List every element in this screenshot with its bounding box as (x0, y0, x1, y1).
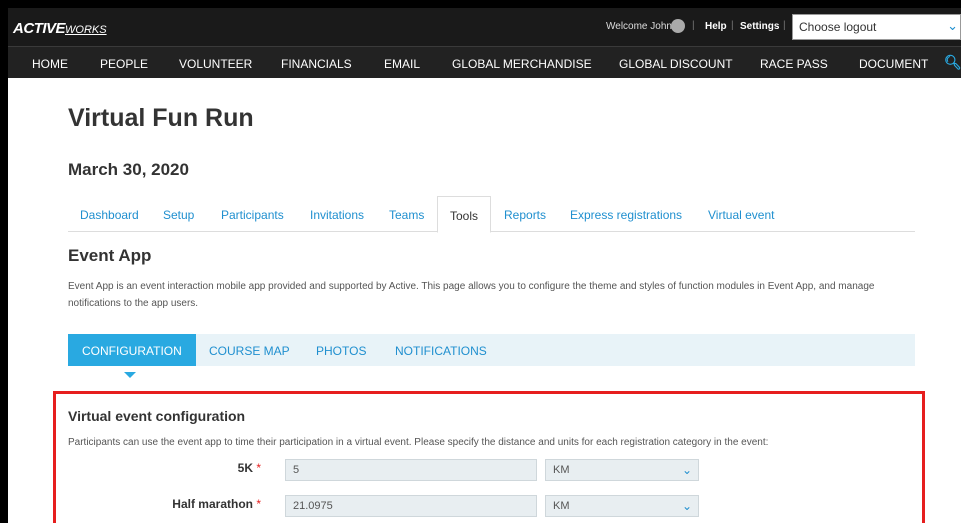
search-icon[interactable]: 🔍︎ (944, 54, 961, 71)
main-nav: HOME PEOPLE VOLUNTEER FINANCIALS EMAIL G… (8, 46, 961, 78)
tab-setup[interactable]: Setup (163, 208, 194, 222)
nav-volunteer[interactable]: VOLUNTEER (179, 57, 252, 71)
tab-participants[interactable]: Participants (221, 208, 284, 222)
tab-express-registrations[interactable]: Express registrations (570, 208, 682, 222)
logout-select-label: Choose logout (799, 20, 877, 34)
globe-icon[interactable] (671, 19, 685, 33)
config-description: Participants can use the event app to ti… (68, 437, 769, 448)
distance-input-half-marathon[interactable]: 21.0975 (285, 495, 537, 517)
nav-global-merchandise[interactable]: GLOBAL MERCHANDISE (452, 57, 592, 71)
chevron-down-icon: ⌄ (681, 499, 692, 513)
tab-teams[interactable]: Teams (389, 208, 424, 222)
tab-invitations[interactable]: Invitations (310, 208, 364, 222)
divider: | (692, 20, 695, 31)
nav-global-discount[interactable]: GLOBAL DISCOUNT (619, 57, 733, 71)
tab-virtual-event[interactable]: Virtual event (708, 208, 775, 222)
activeworks-logo[interactable]: ACTIVEWORKS (13, 20, 107, 37)
tab-reports[interactable]: Reports (504, 208, 546, 222)
subtab-configuration[interactable]: CONFIGURATION (68, 334, 196, 366)
subtab-notifications[interactable]: NOTIFICATIONS (395, 344, 487, 358)
tab-dashboard[interactable]: Dashboard (80, 208, 139, 222)
welcome-text: Welcome John (606, 21, 672, 32)
page-title: Virtual Fun Run (68, 104, 254, 132)
subtab-course-map[interactable]: COURSE MAP (209, 344, 290, 358)
tab-tools[interactable]: Tools (437, 196, 492, 233)
unit-select-5k[interactable]: KM ⌄ (545, 459, 699, 481)
divider: | (783, 20, 786, 31)
nav-people[interactable]: PEOPLE (100, 57, 148, 71)
app-frame: ACTIVEWORKS Welcome John | Help | Settin… (8, 8, 961, 523)
section-description: Event App is an event interaction mobile… (68, 281, 875, 309)
nav-home[interactable]: HOME (32, 57, 68, 71)
app-subtabs: CONFIGURATION COURSE MAP PHOTOS NOTIFICA… (68, 334, 915, 366)
divider: | (731, 20, 734, 31)
event-tabs: Dashboard Setup Participants Invitations… (68, 196, 915, 233)
settings-link[interactable]: Settings (740, 21, 779, 32)
config-title: Virtual event configuration (68, 408, 246, 424)
event-date: March 30, 2020 (68, 160, 189, 179)
chevron-down-icon: ⌄ (681, 463, 692, 477)
section-title: Event App (68, 246, 152, 265)
field-label-5k: 5K * (237, 461, 261, 475)
nav-email[interactable]: EMAIL (384, 57, 420, 71)
nav-financials[interactable]: FINANCIALS (281, 57, 352, 71)
nav-document[interactable]: DOCUMENT (859, 57, 928, 71)
field-label-half-marathon: Half marathon * (172, 497, 261, 511)
subtab-photos[interactable]: PHOTOS (316, 344, 366, 358)
chevron-down-icon: ⌄ (947, 18, 958, 33)
unit-select-half-marathon[interactable]: KM ⌄ (545, 495, 699, 517)
logout-select[interactable]: Choose logout ⌄ (792, 14, 961, 40)
distance-input-5k[interactable]: 5 (285, 459, 537, 481)
top-bar: ACTIVEWORKS Welcome John | Help | Settin… (8, 8, 961, 46)
nav-race-pass[interactable]: RACE PASS (760, 57, 828, 71)
active-tab-pointer (124, 372, 136, 378)
help-link[interactable]: Help (705, 21, 727, 32)
